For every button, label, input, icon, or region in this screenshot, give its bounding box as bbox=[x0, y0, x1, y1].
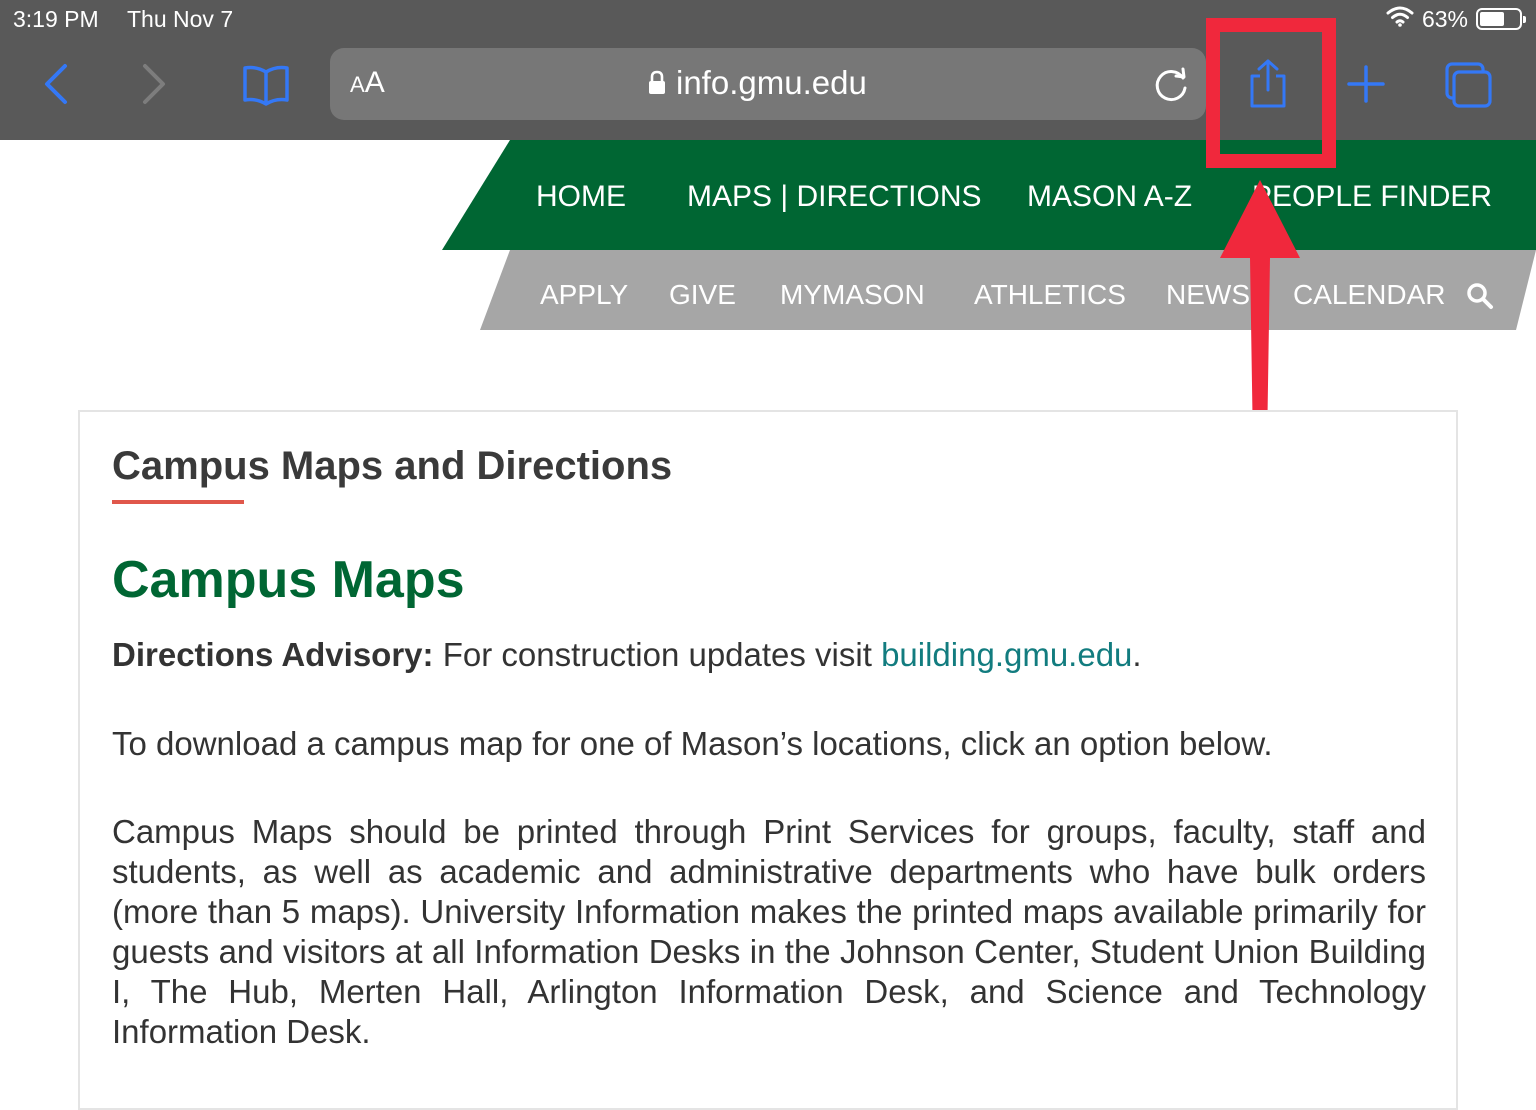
primary-nav: HOME MAPS | DIRECTIONS MASON A-Z PEOPLE … bbox=[442, 140, 1536, 250]
nav-maps-directions[interactable]: MAPS | DIRECTIONS bbox=[687, 180, 982, 214]
search-button[interactable] bbox=[1466, 282, 1494, 315]
share-highlight-box bbox=[1206, 18, 1336, 168]
reload-button[interactable] bbox=[1152, 64, 1192, 109]
reader-aa-button[interactable]: AA bbox=[350, 66, 385, 100]
title-underline bbox=[112, 500, 244, 504]
building-link[interactable]: building.gmu.edu bbox=[881, 636, 1132, 673]
bookmarks-button[interactable] bbox=[240, 62, 292, 108]
status-time: 3:19 PM bbox=[13, 6, 99, 32]
campus-maps-heading: Campus Maps bbox=[112, 551, 465, 609]
aa-large-label: A bbox=[364, 66, 385, 99]
url-display[interactable]: info.gmu.edu bbox=[648, 64, 867, 102]
lock-icon bbox=[649, 70, 665, 94]
advisory-end: . bbox=[1132, 636, 1142, 673]
tabs-overview-button[interactable] bbox=[1442, 60, 1494, 110]
reload-icon bbox=[1155, 67, 1187, 102]
content-card: Campus Maps and Directions Campus Maps D… bbox=[78, 410, 1458, 1110]
url-text: info.gmu.edu bbox=[676, 64, 867, 101]
forward-button[interactable] bbox=[132, 60, 176, 108]
advisory-text: For construction updates visit bbox=[433, 636, 882, 673]
tabs-icon bbox=[1445, 62, 1492, 108]
status-indicators: 63% bbox=[1386, 5, 1526, 33]
back-button[interactable] bbox=[34, 60, 78, 108]
advisory-label: Directions Advisory: bbox=[112, 636, 434, 673]
nav-apply[interactable]: APPLY bbox=[540, 279, 628, 311]
wifi-icon bbox=[1386, 5, 1414, 33]
nav-mason-a-z[interactable]: MASON A-Z bbox=[1027, 180, 1192, 214]
address-bar[interactable]: AA info.gmu.edu bbox=[330, 48, 1206, 120]
battery-icon bbox=[1476, 8, 1526, 30]
chevron-right-icon bbox=[143, 64, 165, 104]
plus-icon bbox=[1347, 65, 1385, 103]
nav-home[interactable]: HOME bbox=[536, 180, 626, 214]
book-icon bbox=[243, 65, 289, 106]
download-instructions: To download a campus map for one of Maso… bbox=[112, 725, 1273, 762]
nav-give[interactable]: GIVE bbox=[669, 279, 736, 311]
nav-athletics[interactable]: ATHLETICS bbox=[974, 279, 1126, 311]
aa-small-label: A bbox=[350, 72, 365, 97]
nav-mymason[interactable]: MYMASON bbox=[780, 279, 925, 311]
battery-tip bbox=[1523, 16, 1526, 23]
status-date: Thu Nov 7 bbox=[127, 6, 234, 32]
section-title: Campus Maps and Directions bbox=[112, 444, 673, 488]
battery-level bbox=[1480, 12, 1504, 26]
new-tab-button[interactable] bbox=[1344, 62, 1388, 106]
battery-percent: 63% bbox=[1421, 5, 1468, 32]
secondary-nav: APPLY GIVE MYMASON ATHLETICS NEWS CALEND… bbox=[480, 250, 1536, 330]
print-services-paragraph: Campus Maps should be printed through Pr… bbox=[112, 813, 1426, 1050]
directions-advisory: Directions Advisory: For construction up… bbox=[112, 636, 1142, 674]
nav-calendar[interactable]: CALENDAR bbox=[1293, 279, 1445, 311]
chevron-left-icon bbox=[45, 64, 67, 104]
search-icon bbox=[1467, 283, 1493, 309]
